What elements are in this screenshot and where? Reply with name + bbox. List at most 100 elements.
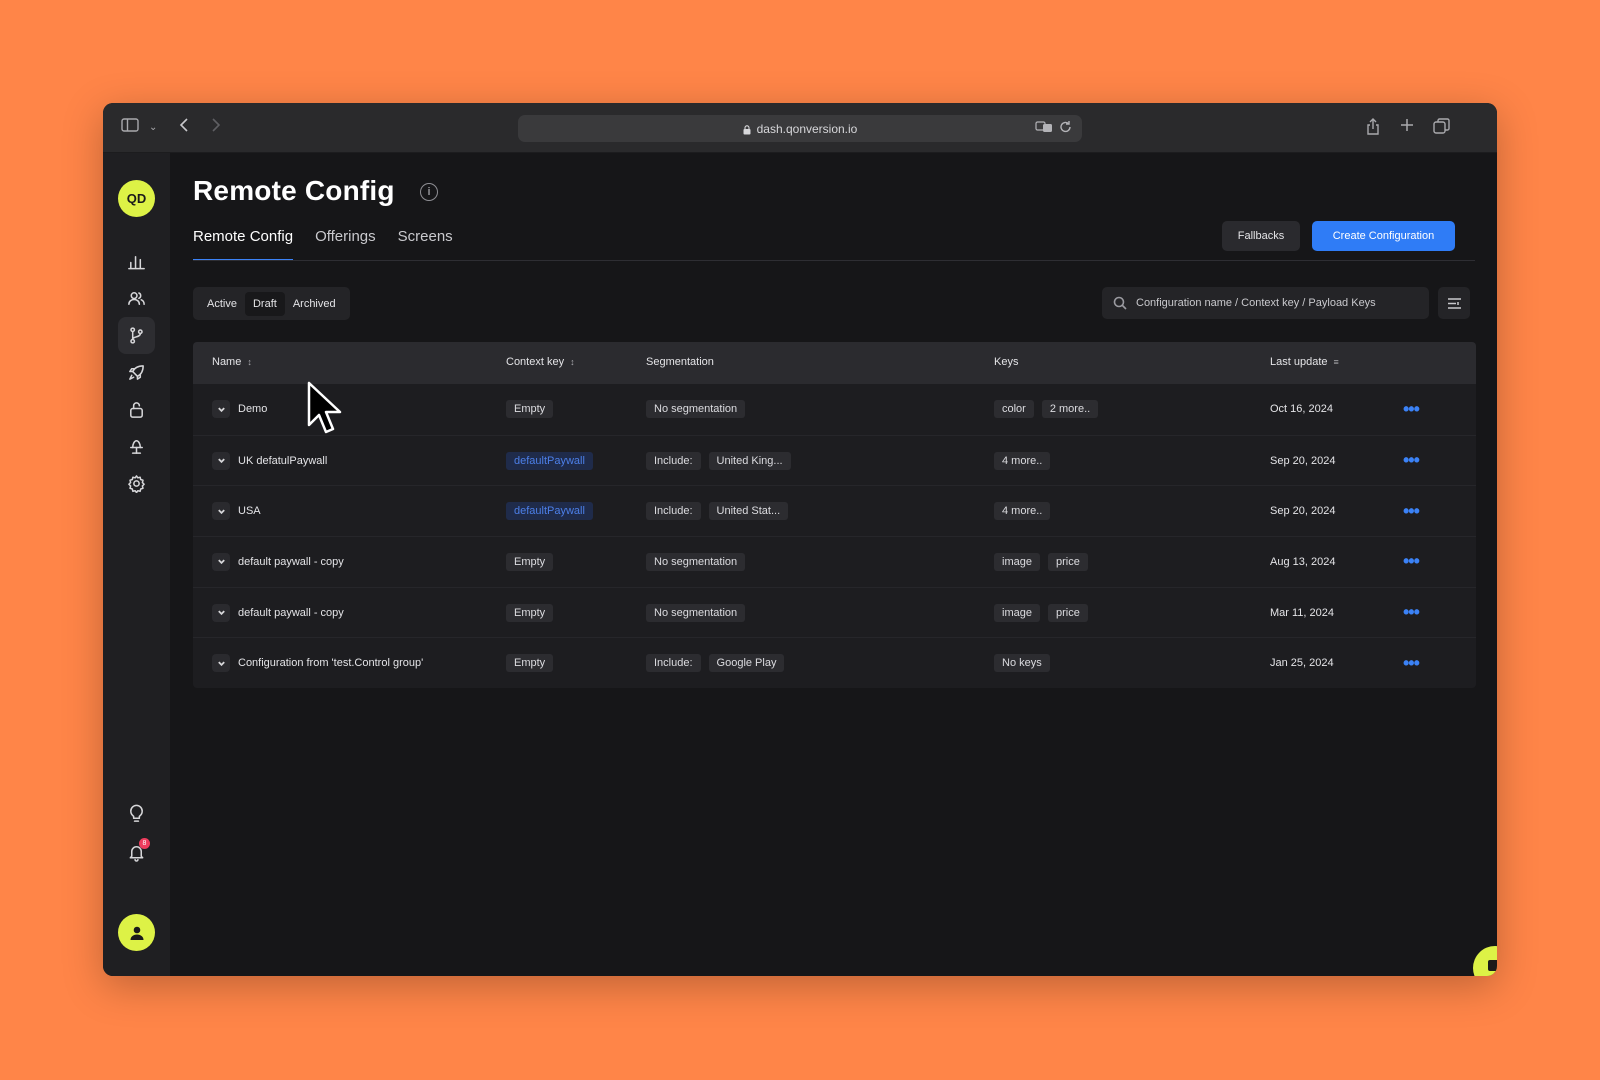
address-bar[interactable]: dash.qonversion.io xyxy=(518,115,1082,142)
row-actions-menu-icon[interactable]: ••• xyxy=(1403,384,1420,435)
cell-last-update: Sep 20, 2024 xyxy=(1270,486,1335,536)
configuration-name[interactable]: default paywall - copy xyxy=(238,556,344,568)
column-segmentation: Segmentation xyxy=(646,356,714,368)
column-settings-button[interactable] xyxy=(1438,287,1470,319)
mouse-cursor-icon xyxy=(307,381,342,434)
share-icon[interactable] xyxy=(1366,118,1380,142)
cell-keys: 4 more.. xyxy=(994,436,1051,486)
tab-offerings[interactable]: Offerings xyxy=(315,228,376,261)
segmentation-tag: United King... xyxy=(708,451,791,470)
forward-icon[interactable] xyxy=(211,118,221,138)
reload-icon[interactable] xyxy=(1059,120,1072,137)
tab-bar: Remote Config Offerings Screens xyxy=(193,228,453,261)
chevron-down-icon[interactable]: ⌄ xyxy=(149,118,157,138)
table-row[interactable]: Configuration from 'test.Control group' E… xyxy=(193,637,1476,688)
sidebar-item-analytics[interactable] xyxy=(118,243,155,280)
sort-icon[interactable]: ↕ xyxy=(247,357,252,367)
row-actions-menu-icon[interactable]: ••• xyxy=(1403,436,1420,486)
search-box xyxy=(1102,287,1429,319)
rocket-icon xyxy=(129,365,144,380)
browser-toolbar: ⌄ dash.qonversion.io xyxy=(103,103,1497,153)
key-tag: price xyxy=(1047,552,1088,571)
workspace-avatar[interactable]: QD xyxy=(118,180,155,217)
row-actions-menu-icon[interactable]: ••• xyxy=(1403,588,1420,638)
key-tag: 4 more.. xyxy=(994,451,1051,470)
expand-chevron-icon[interactable] xyxy=(212,603,230,622)
url-text: dash.qonversion.io xyxy=(756,121,858,136)
cell-last-update: Aug 13, 2024 xyxy=(1270,537,1335,587)
context-key-tag: Empty xyxy=(506,654,554,673)
tabs-overview-icon[interactable] xyxy=(1433,118,1450,140)
sidebar-item-launch[interactable] xyxy=(118,354,155,391)
row-actions-menu-icon[interactable]: ••• xyxy=(1403,486,1420,536)
tab-remote-config[interactable]: Remote Config xyxy=(193,228,294,261)
filter-active[interactable]: Active xyxy=(199,292,245,316)
table-row[interactable]: UK defatulPaywall defaultPaywall Include: U… xyxy=(193,434,1476,486)
sidebar-item-experiments[interactable] xyxy=(118,317,155,354)
sort-desc-icon[interactable]: ≡ xyxy=(1334,357,1339,367)
configuration-name[interactable]: default paywall - copy xyxy=(238,607,344,619)
expand-chevron-icon[interactable] xyxy=(212,502,230,521)
create-configuration-button[interactable]: Create Configuration xyxy=(1312,221,1455,251)
cell-keys: image price xyxy=(994,537,1088,587)
translate-icon[interactable] xyxy=(1035,120,1053,137)
table-row[interactable]: USA defaultPaywall Include: United Stat... 4… xyxy=(193,485,1476,536)
configuration-name[interactable]: UK defatulPaywall xyxy=(238,455,327,467)
table-body: Demo Empty No segmentation color 2 more.. Oct… xyxy=(193,384,1476,688)
cell-keys: color 2 more.. xyxy=(994,384,1099,435)
sidebar-toggle-icon[interactable] xyxy=(121,118,139,138)
cell-last-update: Jan 25, 2024 xyxy=(1270,638,1334,688)
sidebar-item-settings[interactable] xyxy=(118,465,155,502)
chat-button[interactable] xyxy=(1473,946,1497,976)
cell-name: default paywall - copy xyxy=(212,537,344,587)
search-icon xyxy=(1113,296,1127,310)
configuration-name[interactable]: Configuration from 'test.Control group' xyxy=(238,657,423,669)
context-key-tag: Empty xyxy=(506,603,554,622)
table-row[interactable]: Demo Empty No segmentation color 2 more.. Oct… xyxy=(193,384,1476,435)
sidebar-item-integrations[interactable] xyxy=(118,428,155,465)
sidebar-item-ideas[interactable] xyxy=(118,795,155,832)
row-actions-menu-icon[interactable]: ••• xyxy=(1403,537,1420,587)
expand-chevron-icon[interactable] xyxy=(212,451,230,470)
key-tag: 4 more.. xyxy=(994,502,1051,521)
cell-last-update: Mar 11, 2024 xyxy=(1270,588,1334,638)
sidebar-item-entitlements[interactable] xyxy=(118,391,155,428)
new-tab-icon[interactable] xyxy=(1400,118,1414,138)
expand-chevron-icon[interactable] xyxy=(212,552,230,571)
sidebar-item-notifications[interactable]: 8 xyxy=(118,834,155,871)
context-key-tag: Empty xyxy=(506,400,554,419)
cell-segmentation: No segmentation xyxy=(646,537,746,587)
segmentation-tag: No segmentation xyxy=(646,603,746,622)
expand-chevron-icon[interactable] xyxy=(212,400,230,419)
search-input[interactable] xyxy=(1136,297,1416,309)
table-row[interactable]: default paywall - copy Empty No segmentati… xyxy=(193,536,1476,587)
cell-segmentation: Include: United Stat... xyxy=(646,486,789,536)
filter-draft[interactable]: Draft xyxy=(244,291,285,316)
info-icon[interactable]: i xyxy=(420,183,438,201)
last-update-date: Sep 20, 2024 xyxy=(1270,505,1336,518)
tab-screens[interactable]: Screens xyxy=(398,228,453,261)
row-actions-menu-icon[interactable]: ••• xyxy=(1403,638,1420,688)
gear-icon xyxy=(128,475,145,493)
sidebar-item-customers[interactable] xyxy=(118,280,155,317)
status-filter: Active Draft Archived xyxy=(193,287,350,320)
column-context-key[interactable]: Context key ↕ xyxy=(506,356,575,368)
column-name[interactable]: Name ↕ xyxy=(212,356,252,368)
table-row[interactable]: default paywall - copy Empty No segmentati… xyxy=(193,586,1476,638)
column-last-update[interactable]: Last update ≡ xyxy=(1270,356,1339,368)
segmentation-tag: Include: xyxy=(646,502,701,521)
configuration-name[interactable]: USA xyxy=(238,505,261,517)
cell-segmentation: No segmentation xyxy=(646,588,746,638)
expand-chevron-icon[interactable] xyxy=(212,654,230,673)
context-key-tag: Empty xyxy=(506,552,554,571)
segmentation-tag: No segmentation xyxy=(646,400,746,419)
sort-icon[interactable]: ↕ xyxy=(570,357,575,367)
cell-context-key: Empty xyxy=(506,588,554,638)
configuration-name[interactable]: Demo xyxy=(238,403,267,415)
back-icon[interactable] xyxy=(179,118,189,138)
users-icon xyxy=(128,292,145,305)
key-tag: No keys xyxy=(994,654,1050,673)
fallbacks-button[interactable]: Fallbacks xyxy=(1222,221,1300,251)
user-avatar[interactable] xyxy=(118,914,155,951)
filter-archived[interactable]: Archived xyxy=(285,292,344,316)
